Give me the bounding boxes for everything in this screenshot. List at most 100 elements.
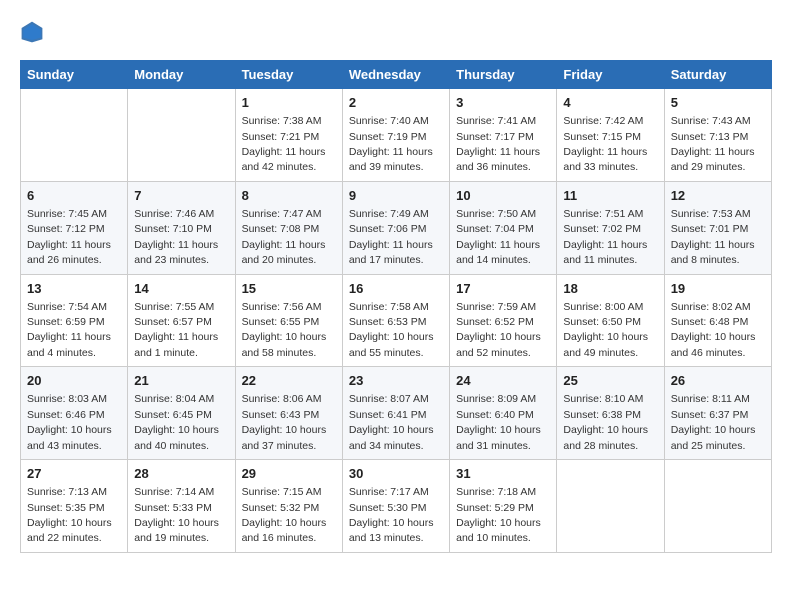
calendar-day-cell: 31 Sunrise: 7:18 AMSunset: 5:29 PMDayligh… — [450, 460, 557, 553]
day-number: 15 — [242, 280, 336, 298]
calendar-week-row: 1Sunrise: 7:38 AMSunset: 7:21 PMDaylight… — [21, 89, 772, 182]
calendar-day-cell: 29 Sunrise: 7:15 AMSunset: 5:32 PMDayligh… — [235, 460, 342, 553]
day-info: Sunrise: 7:54 AMSunset: 6:59 PMDaylight:… — [27, 301, 111, 359]
calendar-day-cell: 27Sunrise: 7:13 AMSunset: 5:35 PMDayligh… — [21, 460, 128, 553]
calendar-day-cell: 6Sunrise: 7:45 AMSunset: 7:12 PMDaylight… — [21, 181, 128, 274]
day-of-week-header: Thursday — [450, 61, 557, 89]
day-info: Sunrise: 7:15 AMSunset: 5:32 PMDaylight:… — [242, 486, 327, 544]
day-info: Sunrise: 7:59 AMSunset: 6:52 PMDaylight:… — [456, 301, 541, 359]
day-number: 25 — [563, 372, 657, 390]
day-info: Sunrise: 8:00 AMSunset: 6:50 PMDaylight:… — [563, 301, 648, 359]
calendar-day-cell — [21, 89, 128, 182]
calendar-day-cell: 30 Sunrise: 7:17 AMSunset: 5:30 PMDayligh… — [342, 460, 449, 553]
day-of-week-header: Tuesday — [235, 61, 342, 89]
calendar-day-cell: 16 Sunrise: 7:58 AMSunset: 6:53 PMDayligh… — [342, 274, 449, 367]
day-number: 6 — [27, 187, 121, 205]
day-info: Sunrise: 8:11 AMSunset: 6:37 PMDaylight:… — [671, 393, 756, 451]
day-info: Sunrise: 8:03 AMSunset: 6:46 PMDaylight:… — [27, 393, 112, 451]
day-of-week-header: Wednesday — [342, 61, 449, 89]
calendar-day-cell: 22 Sunrise: 8:06 AMSunset: 6:43 PMDayligh… — [235, 367, 342, 460]
calendar-day-cell: 26 Sunrise: 8:11 AMSunset: 6:37 PMDayligh… — [664, 367, 771, 460]
logo — [20, 20, 48, 44]
day-number: 3 — [456, 94, 550, 112]
day-number: 13 — [27, 280, 121, 298]
day-number: 14 — [134, 280, 228, 298]
calendar-day-cell: 5 Sunrise: 7:43 AMSunset: 7:13 PMDaylight… — [664, 89, 771, 182]
day-number: 7 — [134, 187, 228, 205]
day-number: 1 — [242, 94, 336, 112]
day-number: 10 — [456, 187, 550, 205]
day-info: Sunrise: 7:42 AMSunset: 7:15 PMDaylight:… — [563, 115, 647, 173]
day-info: Sunrise: 7:53 AMSunset: 7:01 PMDaylight:… — [671, 208, 755, 266]
day-number: 31 — [456, 465, 550, 483]
day-info: Sunrise: 7:56 AMSunset: 6:55 PMDaylight:… — [242, 301, 327, 359]
day-of-week-header: Sunday — [21, 61, 128, 89]
calendar-day-cell: 24 Sunrise: 8:09 AMSunset: 6:40 PMDayligh… — [450, 367, 557, 460]
day-number: 12 — [671, 187, 765, 205]
day-info: Sunrise: 7:55 AMSunset: 6:57 PMDaylight:… — [134, 301, 218, 359]
calendar-day-cell: 17 Sunrise: 7:59 AMSunset: 6:52 PMDayligh… — [450, 274, 557, 367]
calendar-day-cell: 1Sunrise: 7:38 AMSunset: 7:21 PMDaylight… — [235, 89, 342, 182]
calendar-day-cell: 2Sunrise: 7:40 AMSunset: 7:19 PMDaylight… — [342, 89, 449, 182]
calendar-day-cell: 14 Sunrise: 7:55 AMSunset: 6:57 PMDayligh… — [128, 274, 235, 367]
day-info: Sunrise: 7:17 AMSunset: 5:30 PMDaylight:… — [349, 486, 434, 544]
calendar-day-cell — [557, 460, 664, 553]
logo-icon — [20, 20, 44, 44]
calendar-header: SundayMondayTuesdayWednesdayThursdayFrid… — [21, 61, 772, 89]
day-number: 8 — [242, 187, 336, 205]
day-number: 4 — [563, 94, 657, 112]
day-info: Sunrise: 7:47 AMSunset: 7:08 PMDaylight:… — [242, 208, 326, 266]
calendar-week-row: 27Sunrise: 7:13 AMSunset: 5:35 PMDayligh… — [21, 460, 772, 553]
day-number: 16 — [349, 280, 443, 298]
day-number: 28 — [134, 465, 228, 483]
day-info: Sunrise: 8:10 AMSunset: 6:38 PMDaylight:… — [563, 393, 648, 451]
calendar-day-cell — [128, 89, 235, 182]
day-number: 11 — [563, 187, 657, 205]
calendar-day-cell: 12 Sunrise: 7:53 AMSunset: 7:01 PMDayligh… — [664, 181, 771, 274]
calendar-day-cell: 28 Sunrise: 7:14 AMSunset: 5:33 PMDayligh… — [128, 460, 235, 553]
page-header — [20, 20, 772, 44]
day-number: 24 — [456, 372, 550, 390]
day-number: 26 — [671, 372, 765, 390]
day-info: Sunrise: 7:49 AMSunset: 7:06 PMDaylight:… — [349, 208, 433, 266]
day-number: 19 — [671, 280, 765, 298]
calendar-day-cell: 15 Sunrise: 7:56 AMSunset: 6:55 PMDayligh… — [235, 274, 342, 367]
calendar-week-row: 13 Sunrise: 7:54 AMSunset: 6:59 PMDayligh… — [21, 274, 772, 367]
day-info: Sunrise: 7:51 AMSunset: 7:02 PMDaylight:… — [563, 208, 647, 266]
calendar-week-row: 6Sunrise: 7:45 AMSunset: 7:12 PMDaylight… — [21, 181, 772, 274]
day-info: Sunrise: 8:06 AMSunset: 6:43 PMDaylight:… — [242, 393, 327, 451]
day-info: Sunrise: 7:14 AMSunset: 5:33 PMDaylight:… — [134, 486, 219, 544]
day-number: 21 — [134, 372, 228, 390]
calendar-day-cell: 23Sunrise: 8:07 AMSunset: 6:41 PMDayligh… — [342, 367, 449, 460]
calendar-table: SundayMondayTuesdayWednesdayThursdayFrid… — [20, 60, 772, 553]
calendar-day-cell: 21Sunrise: 8:04 AMSunset: 6:45 PMDayligh… — [128, 367, 235, 460]
day-of-week-header: Saturday — [664, 61, 771, 89]
day-info: Sunrise: 7:58 AMSunset: 6:53 PMDaylight:… — [349, 301, 434, 359]
calendar-day-cell: 20Sunrise: 8:03 AMSunset: 6:46 PMDayligh… — [21, 367, 128, 460]
calendar-day-cell: 19 Sunrise: 8:02 AMSunset: 6:48 PMDayligh… — [664, 274, 771, 367]
day-info: Sunrise: 7:50 AMSunset: 7:04 PMDaylight:… — [456, 208, 540, 266]
day-info: Sunrise: 7:41 AMSunset: 7:17 PMDaylight:… — [456, 115, 540, 173]
day-number: 17 — [456, 280, 550, 298]
day-info: Sunrise: 7:43 AMSunset: 7:13 PMDaylight:… — [671, 115, 755, 173]
day-number: 30 — [349, 465, 443, 483]
calendar-day-cell: 25 Sunrise: 8:10 AMSunset: 6:38 PMDayligh… — [557, 367, 664, 460]
day-info: Sunrise: 8:09 AMSunset: 6:40 PMDaylight:… — [456, 393, 541, 451]
calendar-day-cell: 11 Sunrise: 7:51 AMSunset: 7:02 PMDayligh… — [557, 181, 664, 274]
calendar-day-cell: 13 Sunrise: 7:54 AMSunset: 6:59 PMDayligh… — [21, 274, 128, 367]
calendar-body: 1Sunrise: 7:38 AMSunset: 7:21 PMDaylight… — [21, 89, 772, 553]
day-info: Sunrise: 7:46 AMSunset: 7:10 PMDaylight:… — [134, 208, 218, 266]
day-info: Sunrise: 8:02 AMSunset: 6:48 PMDaylight:… — [671, 301, 756, 359]
day-of-week-header: Monday — [128, 61, 235, 89]
day-info: Sunrise: 8:07 AMSunset: 6:41 PMDaylight:… — [349, 393, 434, 451]
day-number: 22 — [242, 372, 336, 390]
day-info: Sunrise: 7:40 AMSunset: 7:19 PMDaylight:… — [349, 115, 433, 173]
calendar-day-cell — [664, 460, 771, 553]
day-number: 29 — [242, 465, 336, 483]
day-number: 5 — [671, 94, 765, 112]
days-header-row: SundayMondayTuesdayWednesdayThursdayFrid… — [21, 61, 772, 89]
day-number: 27 — [27, 465, 121, 483]
day-info: Sunrise: 7:18 AMSunset: 5:29 PMDaylight:… — [456, 486, 541, 544]
calendar-day-cell: 8 Sunrise: 7:47 AMSunset: 7:08 PMDaylight… — [235, 181, 342, 274]
calendar-day-cell: 9Sunrise: 7:49 AMSunset: 7:06 PMDaylight… — [342, 181, 449, 274]
